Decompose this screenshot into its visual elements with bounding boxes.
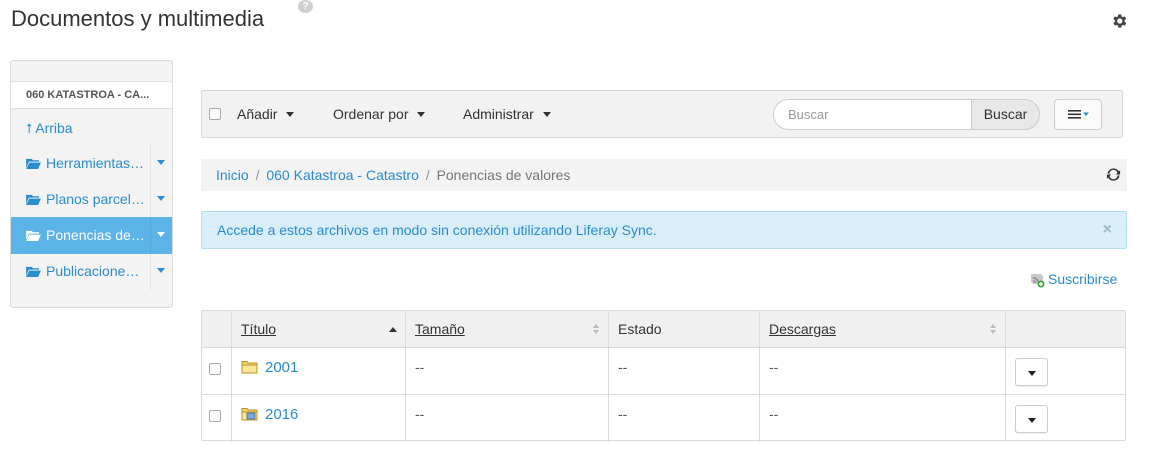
sidebar-site-name: 060 KATASTROA - CA... (11, 81, 172, 109)
shared-folder-icon (241, 408, 258, 421)
row-downloads: -- (760, 395, 1006, 442)
breadcrumb-separator: / (425, 167, 430, 183)
sidebar-item-label: Ponencias de valores (46, 227, 146, 243)
chevron-down-icon[interactable] (150, 181, 168, 218)
row-actions-cell (1006, 348, 1125, 394)
folder-open-icon (26, 230, 41, 241)
subscribe-label: Suscribirse (1048, 271, 1118, 287)
breadcrumb: Inicio / 060 Katastroa - Catastro / Pone… (201, 159, 1127, 191)
list-view-icon (1068, 110, 1089, 119)
sidebar-item-label: Arriba (35, 120, 73, 136)
row-checkbox-cell (202, 348, 232, 394)
chevron-down-icon[interactable] (150, 217, 168, 254)
breadcrumb-separator: / (255, 167, 260, 183)
breadcrumb-link-home[interactable]: Inicio (216, 167, 249, 183)
select-all-checkbox[interactable] (209, 108, 221, 120)
sidebar-item-label: Herramientas de... (46, 155, 146, 171)
sort-menu[interactable]: Ordenar por (333, 91, 426, 137)
row-name-link[interactable]: 2016 (265, 406, 298, 423)
caret-down-icon (542, 112, 551, 117)
row-name-link[interactable]: 2001 (265, 359, 298, 376)
sync-alert: Accede a estos archivos en modo sin cone… (201, 211, 1127, 249)
rss-subscribe-icon (1031, 274, 1045, 288)
sort-ascending-icon (389, 327, 397, 332)
row-actions-button[interactable] (1015, 358, 1048, 386)
row-size: -- (406, 348, 609, 394)
table-row[interactable]: 2001 -- -- -- (202, 348, 1125, 395)
breadcrumb-link-site[interactable]: 060 Katastroa - Catastro (266, 167, 419, 183)
row-size: -- (406, 395, 609, 442)
column-header-actions (1006, 311, 1125, 347)
breadcrumb-current: Ponencias de valores (436, 167, 571, 183)
sidebar-item-up[interactable]: ⭡ Arriba (11, 110, 172, 147)
display-style-button[interactable] (1054, 99, 1102, 130)
column-header-title[interactable]: Título (232, 311, 406, 347)
sort-menu-label: Ordenar por (333, 106, 409, 122)
refresh-icon[interactable] (1106, 167, 1121, 182)
sidebar-item-label: Publicaciones de... (46, 263, 146, 279)
row-actions-button[interactable] (1015, 405, 1048, 433)
documents-table: Título Tamaño Estado Descargas 2001 -- -… (201, 310, 1126, 442)
search-button[interactable]: Buscar (971, 99, 1040, 130)
sort-icon (990, 324, 997, 335)
row-title-cell: 2001 (232, 348, 406, 394)
row-downloads: -- (760, 348, 1006, 394)
chevron-down-icon[interactable] (150, 253, 168, 290)
sidebar-item-planos[interactable]: Planos parcelarios (11, 181, 172, 218)
chevron-down-icon[interactable] (150, 145, 168, 182)
row-checkbox-cell (202, 395, 232, 442)
table-header: Título Tamaño Estado Descargas (202, 311, 1125, 348)
row-checkbox[interactable] (209, 363, 221, 375)
column-header-downloads[interactable]: Descargas (760, 311, 1006, 347)
column-header-status: Estado (609, 311, 760, 347)
folder-open-icon (26, 194, 41, 205)
sort-icon (593, 324, 600, 335)
manage-menu[interactable]: Administrar (463, 91, 551, 137)
row-title-cell: 2016 (232, 395, 406, 442)
question-icon[interactable]: ? (298, 0, 313, 13)
toolbar: Añadir Ordenar por Administrar Buscar (201, 90, 1123, 138)
header-checkbox-cell (202, 311, 232, 347)
subscribe-link[interactable]: Suscribirse (1029, 270, 1117, 288)
table-row[interactable]: 2016 -- -- -- (202, 395, 1125, 442)
sidebar: 060 KATASTROA - CA... ⭡ Arriba Herramien… (10, 60, 173, 308)
alert-message: Accede a estos archivos en modo sin cone… (217, 222, 657, 238)
manage-menu-label: Administrar (463, 106, 534, 122)
gear-icon[interactable] (1110, 12, 1128, 30)
sidebar-item-label: Planos parcelarios (46, 191, 146, 207)
folder-open-icon (26, 266, 41, 277)
sidebar-item-publicaciones[interactable]: Publicaciones de... (11, 253, 172, 290)
caret-down-icon (286, 112, 295, 117)
caret-down-icon (417, 112, 426, 117)
row-status: -- (609, 395, 760, 442)
page-title: Documentos y multimedia (11, 6, 265, 31)
column-header-size[interactable]: Tamaño (406, 311, 609, 347)
search-input[interactable] (773, 99, 973, 130)
row-checkbox[interactable] (209, 410, 221, 422)
add-menu-label: Añadir (237, 106, 278, 122)
add-menu[interactable]: Añadir (237, 91, 295, 137)
row-status: -- (609, 348, 760, 394)
row-actions-cell (1006, 395, 1125, 442)
sidebar-item-herramientas[interactable]: Herramientas de... (11, 145, 172, 182)
close-icon[interactable]: × (1103, 212, 1112, 248)
folder-icon (241, 361, 258, 374)
sidebar-item-ponencias[interactable]: Ponencias de valores (11, 217, 172, 254)
folder-open-icon (26, 158, 41, 169)
arrow-up-icon: ⭡ (26, 121, 33, 136)
